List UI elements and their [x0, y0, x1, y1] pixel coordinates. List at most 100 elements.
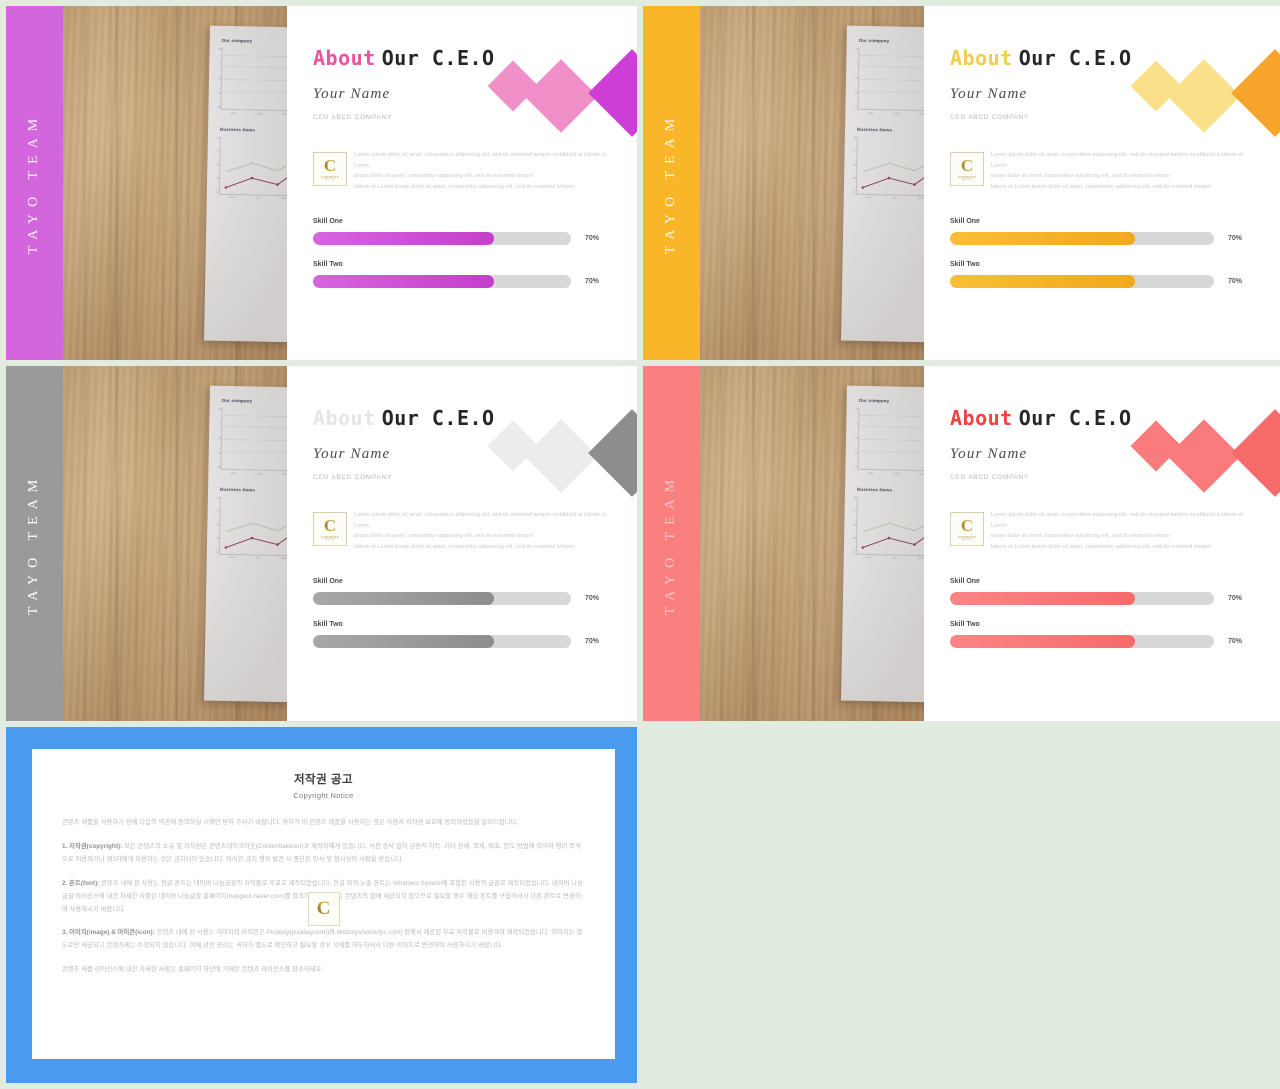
- skill-label: Skill One: [313, 578, 343, 586]
- bar-chart-title: Our company: [221, 397, 253, 404]
- skill-label: Skill One: [313, 218, 343, 226]
- copyright-document: 저작권 공고 Copyright Notice 콘텐츠 제품을 사용하기 전에 …: [32, 749, 615, 1059]
- title-rest: Our C.E.O: [1018, 46, 1132, 70]
- copyright-logo: C: [307, 892, 340, 926]
- copyright-paragraph-text: 콘텐츠 제품을 사용하기 전에 다음의 약관에 동의하실 시에만 받아 주시기 …: [62, 819, 519, 826]
- copyright-paragraph-lead: 2. 폰트(font):: [62, 879, 100, 887]
- skill-progress-track[interactable]: [313, 592, 571, 606]
- copyright-paragraph: 1. 저작권(copyright): 모든 콘텐츠의 소유 및 저작권은 콘텐츠…: [62, 841, 585, 867]
- skill-percent: 70%: [585, 278, 600, 286]
- logo-letter: C: [960, 155, 974, 175]
- skills-section: Skill One 70% Skill Two 70%: [950, 578, 1280, 649]
- bar-chart-plot: 90 70 50 30 10: [855, 408, 924, 473]
- skill-progress-track[interactable]: [950, 592, 1214, 606]
- line-chart-series: [861, 507, 924, 549]
- bar-chart-yticks: 90 70 50 30 10: [217, 47, 222, 109]
- skill-label: Skill Two: [313, 621, 343, 629]
- team-rail-label: TAYO TEAM: [663, 472, 679, 615]
- line-chart-title: Business Items: [220, 126, 256, 132]
- bar-chart-plot: 90 70 50 30 10: [855, 48, 924, 113]
- bar-chart-xticks: 20152016201720182019: [867, 111, 924, 116]
- bio-text: Lorem ipsum dolor sit amet, consectetur …: [354, 510, 613, 552]
- logo-tagline: TAKE OUT: [324, 179, 336, 182]
- bio-line: labore et Lorem ipsum dolor sit amet, co…: [354, 543, 575, 550]
- skill-percent: 70%: [585, 235, 600, 243]
- skill-progress-track[interactable]: [313, 635, 571, 649]
- bar-chart-title: Our company: [221, 37, 253, 44]
- wood-photo: Our company 9070503010 20152016201720182…: [700, 366, 924, 721]
- line-chart-xticks: 20152016201720182019: [865, 195, 924, 201]
- line-chart-xticks: 20152016201720182019: [865, 555, 924, 561]
- line-chart-title: Business Items: [857, 126, 893, 132]
- title-rest: Our C.E.O: [1018, 406, 1132, 430]
- line-chart: 9070503010 20152016201720182019: [216, 496, 287, 561]
- skill-label: Skill Two: [950, 621, 980, 629]
- bio-line: ipsum dolor sit amet, consectetur adipis…: [354, 533, 534, 540]
- line-chart-plot: 90 70 50 30 10: [853, 496, 924, 557]
- bio-block: C CONTENTS TAKE OUT Lorem ipsum dolor si…: [313, 510, 637, 552]
- team-rail: TAYO TEAM: [643, 366, 700, 721]
- line-chart-title: Business Items: [220, 486, 256, 492]
- bar-chart: 9070503010 20152016201720182019: [855, 408, 924, 477]
- skill-progress-track[interactable]: [313, 232, 571, 246]
- title-accent: About: [313, 406, 376, 430]
- company-logo: C CONTENTS TAKE OUT: [950, 152, 984, 186]
- skill-progress-track[interactable]: [950, 232, 1214, 246]
- skill-progress-track[interactable]: [950, 275, 1214, 289]
- bio-line: labore et Lorem ipsum dolor sit amet, co…: [991, 543, 1212, 550]
- bar-chart-yticks: 90 70 50 30 10: [217, 407, 222, 469]
- bar-chart-yticks: 90 70 50 30 10: [854, 47, 859, 109]
- logo-letter: C: [323, 155, 337, 175]
- person-name: Your Name: [313, 446, 391, 462]
- skill-percent: 70%: [1228, 595, 1243, 603]
- bar-chart-xticks: 20152016201720182019: [230, 111, 287, 116]
- line-chart: 9070503010 20152016201720182019: [853, 496, 924, 561]
- bio-line: ipsum dolor sit amet, consectetur adipis…: [991, 533, 1171, 540]
- wood-photo: Our company 9070503010 20152016201720182…: [63, 366, 287, 721]
- title-accent: About: [313, 46, 376, 70]
- bar-chart-xticks: 20152016201720182019: [867, 471, 924, 476]
- paper-report: Our company 9070503010 20152016201720182…: [840, 385, 924, 704]
- skill-label: Skill Two: [950, 261, 980, 269]
- skills-section: Skill One 70% Skill Two 70%: [313, 218, 637, 289]
- logo-letter: C: [316, 898, 331, 919]
- copyright-paragraph: 콘텐츠 제품 라이선스에 대한 자세한 사항은 홈페이지 하단에 기재된 콘텐츠…: [62, 964, 585, 977]
- person-name: Your Name: [313, 86, 391, 102]
- slide-purple[interactable]: TAYO TEAM Our company 90 70 50 30 10 201…: [6, 6, 637, 360]
- title-accent: About: [950, 406, 1013, 430]
- skills-section: Skill One 70% Skill Two 70%: [313, 578, 637, 649]
- slide-content: About Our C.E.O Your Name CEO ABCD COMPAN…: [287, 366, 637, 721]
- slide-orange[interactable]: TAYO TEAM Our company 90 70 50 30 10 201…: [643, 6, 1280, 360]
- bar-chart-bars: [221, 48, 287, 111]
- bio-line: Lorem ipsum dolor sit amet, consectetur …: [991, 152, 1244, 169]
- skill-item: Skill Two 70%: [950, 261, 1252, 289]
- bio-block: C CONTENTS TAKE OUT Lorem ipsum dolor si…: [950, 150, 1280, 192]
- line-chart: 9070503010 20152016201720182019: [853, 136, 924, 201]
- copyright-panel[interactable]: 저작권 공고 Copyright Notice 콘텐츠 제품을 사용하기 전에 …: [6, 727, 637, 1083]
- page-title: About Our C.E.O: [950, 406, 1280, 430]
- bar-chart-bars: [858, 408, 924, 471]
- skill-progress-track[interactable]: [950, 635, 1214, 649]
- paper-report: Our company 90 70 50 30 10 2015 2016 201…: [203, 25, 287, 344]
- line-chart-series: [224, 147, 287, 189]
- line-chart-plot: 90 70 50 30 10: [216, 136, 287, 197]
- logo-letter: C: [960, 515, 974, 535]
- bio-line: labore et Lorem ipsum dolor sit amet, co…: [991, 183, 1212, 190]
- bio-block: C CONTENTS TAKE OUT Lorem ipsum dolor si…: [313, 150, 637, 192]
- slide-coral[interactable]: TAYO TEAM Our company 90 70 50 30 10 201…: [643, 366, 1280, 721]
- bio-line: Lorem ipsum dolor sit amet, consectetur …: [991, 512, 1244, 529]
- slide-gray[interactable]: TAYO TEAM Our company 90 70 50 30 10 201…: [6, 366, 637, 721]
- skill-progress-fill: [950, 275, 1135, 289]
- person-role: CEO ABCD COMPANY: [950, 114, 1029, 121]
- team-rail-label: TAYO TEAM: [26, 111, 42, 255]
- team-rail-label: TAYO TEAM: [26, 472, 42, 615]
- person-name: Your Name: [950, 86, 1028, 102]
- paper-report: Our company 9070503010 20152016201720182…: [203, 385, 287, 704]
- title-rest: Our C.E.O: [381, 406, 495, 430]
- bio-line: ipsum dolor sit amet, consectetur adipis…: [354, 173, 534, 180]
- team-rail-label: TAYO TEAM: [663, 111, 679, 255]
- skill-percent: 70%: [1228, 638, 1243, 646]
- company-logo: C CONTENTS TAKE OUT: [313, 152, 347, 186]
- skill-progress-track[interactable]: [313, 275, 571, 289]
- bar-chart: 9070503010 20152016201720182019: [218, 48, 287, 117]
